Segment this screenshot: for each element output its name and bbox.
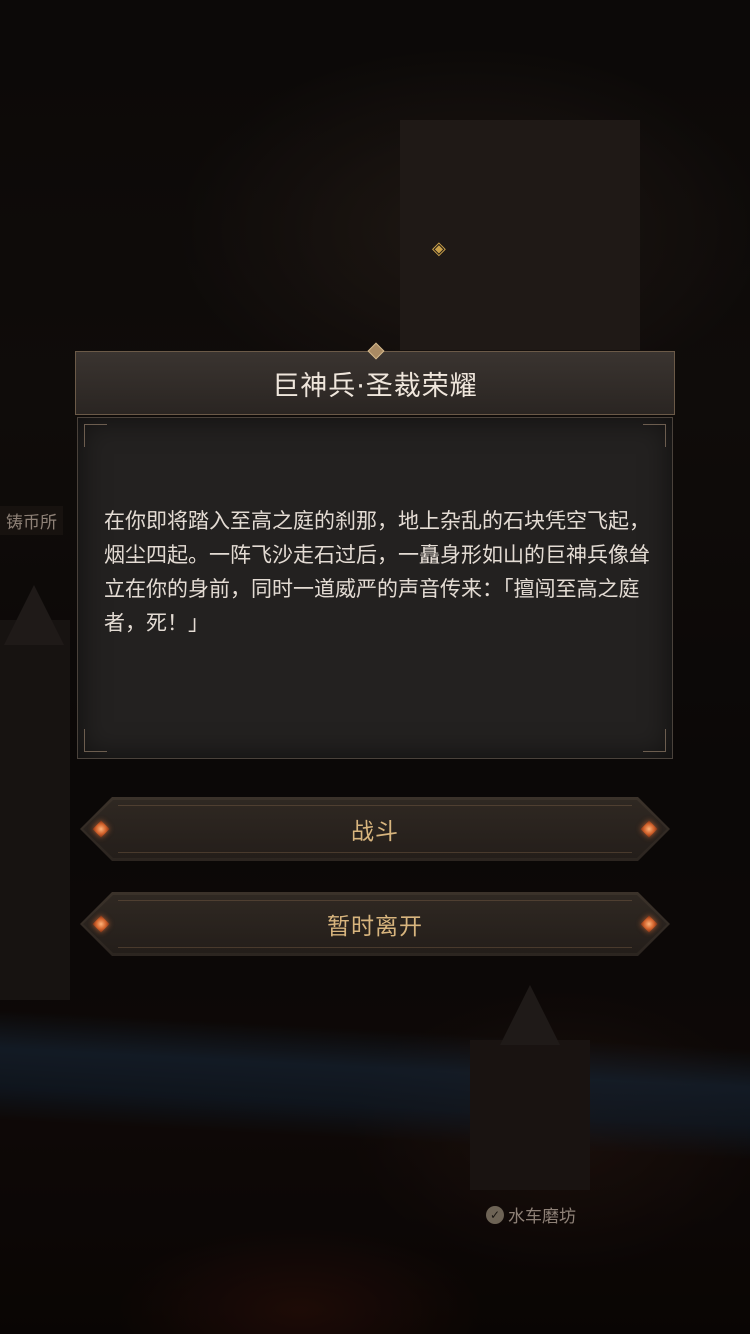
map-label-watermill-text: 水车磨坊 (508, 1207, 576, 1226)
leave-button-label: 暂时离开 (327, 914, 423, 940)
fight-button-label: 战斗 (351, 819, 399, 845)
corner-ornament (84, 424, 107, 447)
dialog-body: 在你即将踏入至高之庭的刹那，地上杂乱的石块凭空飞起，烟尘四起。一阵飞沙走石过后，… (77, 417, 673, 759)
map-label-watermill[interactable]: ✓ 水车磨坊 (480, 1200, 582, 1229)
dialog-title: 巨神兵·圣裁荣耀 (272, 370, 478, 402)
corner-ornament (643, 424, 666, 447)
map-label-mint[interactable]: 铸币所 (0, 506, 63, 535)
dialog-story-text: 在你即将踏入至高之庭的刹那，地上杂乱的石块凭空飞起，烟尘四起。一阵飞沙走石过后，… (104, 509, 650, 635)
corner-ornament (84, 729, 107, 752)
location-marker-icon: ◈ (432, 238, 446, 259)
dialog-header: 巨神兵·圣裁荣耀 (75, 342, 675, 415)
check-icon: ✓ (486, 1205, 504, 1224)
leave-button[interactable]: 暂时离开 (80, 892, 670, 956)
corner-ornament (643, 729, 666, 752)
fight-button[interactable]: 战斗 (80, 797, 670, 861)
